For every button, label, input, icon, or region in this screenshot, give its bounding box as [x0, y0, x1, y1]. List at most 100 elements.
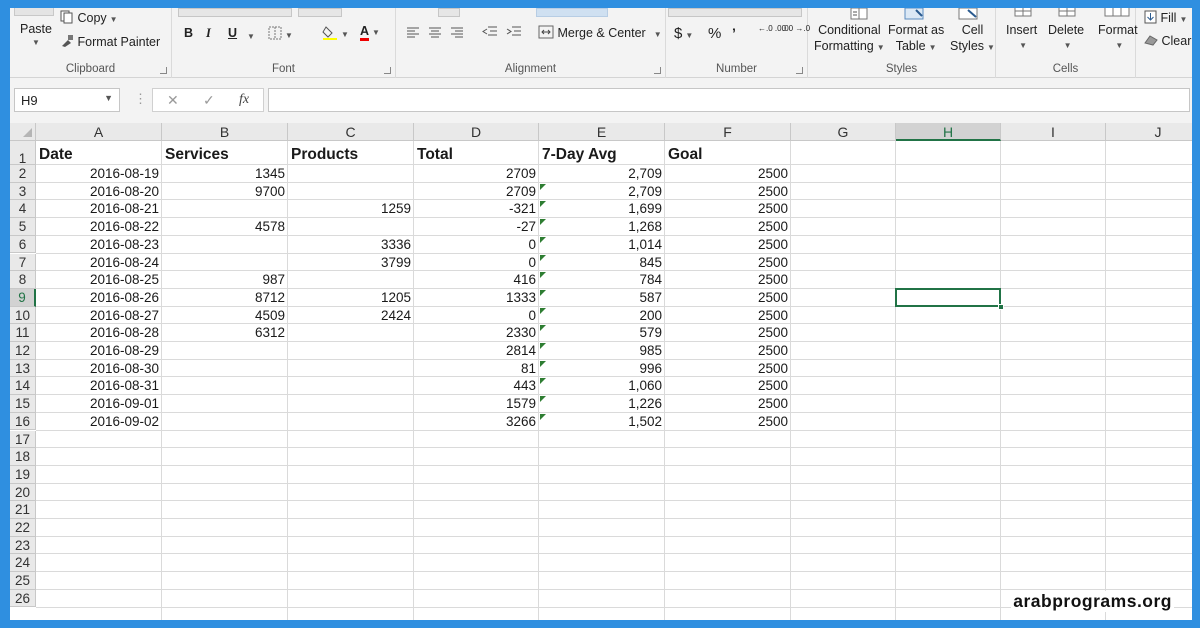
data-cell-services[interactable]: 987: [162, 271, 288, 289]
data-cell-avg[interactable]: 845: [539, 254, 665, 272]
row-header-7[interactable]: 7: [10, 253, 36, 272]
header-cell-c[interactable]: Products: [288, 146, 414, 164]
increase-decimal-button[interactable]: ←.0 .00: [758, 24, 786, 33]
selected-cell[interactable]: [895, 287, 1001, 307]
row-header-9[interactable]: 9: [10, 288, 36, 307]
data-cell-goal[interactable]: 2500: [665, 324, 791, 342]
row-header-11[interactable]: 11: [10, 324, 36, 342]
cancel-icon[interactable]: ✕: [167, 92, 179, 109]
data-cell-avg[interactable]: 200: [539, 307, 665, 325]
row-header-24[interactable]: 24: [10, 554, 36, 573]
data-cell-date[interactable]: 2016-08-24: [36, 254, 162, 272]
row-header-6[interactable]: 6: [10, 235, 36, 254]
row-header-2[interactable]: 2: [10, 165, 36, 183]
data-cell-goal[interactable]: 2500: [665, 360, 791, 378]
row-header-21[interactable]: 21: [10, 501, 36, 519]
data-cell-date[interactable]: 2016-09-02: [36, 413, 162, 431]
data-cell-avg[interactable]: 1,699: [539, 200, 665, 218]
data-cell-services[interactable]: 6312: [162, 324, 288, 342]
decrease-decimal-button[interactable]: .00 →.0: [782, 24, 810, 33]
data-cell-total[interactable]: 1333: [414, 289, 539, 307]
paste-button[interactable]: Paste ▼: [20, 22, 52, 47]
data-cell-goal[interactable]: 2500: [665, 236, 791, 254]
data-cell-total[interactable]: 81: [414, 360, 539, 378]
row-header-4[interactable]: 4: [10, 200, 36, 219]
data-cell-avg[interactable]: 996: [539, 360, 665, 378]
column-header-b[interactable]: B: [162, 123, 288, 141]
data-cell-date[interactable]: 2016-08-22: [36, 218, 162, 236]
number-format-box[interactable]: [668, 8, 802, 17]
data-cell-avg[interactable]: 1,060: [539, 377, 665, 395]
worksheet-grid[interactable]: A B C D E F G H I J 1 2 3 4 5 6 7 8 9 10 11 12 13 14 15 16 17 18 19 2…: [10, 123, 1192, 620]
row-header-13[interactable]: 13: [10, 359, 36, 378]
data-cell-total[interactable]: 2814: [414, 342, 539, 360]
row-header-20[interactable]: 20: [10, 483, 36, 502]
underline-button[interactable]: U: [228, 26, 237, 40]
insert-button[interactable]: Insert ▼: [1006, 22, 1037, 54]
data-cell-services[interactable]: 4509: [162, 307, 288, 325]
row-header-19[interactable]: 19: [10, 465, 36, 484]
row-header-17[interactable]: 17: [10, 430, 36, 449]
data-cell-total[interactable]: 416: [414, 271, 539, 289]
data-cell-goal[interactable]: 2500: [665, 342, 791, 360]
merge-center-button[interactable]: Merge & Center ▼: [538, 25, 662, 42]
data-cell-products[interactable]: 1259: [288, 200, 414, 218]
data-cell-date[interactable]: 2016-08-19: [36, 165, 162, 183]
row-header-16[interactable]: 16: [10, 412, 36, 431]
format-as-table-button[interactable]: Format as Table ▼: [888, 22, 944, 56]
data-cell-avg[interactable]: 1,226: [539, 395, 665, 413]
data-cell-date[interactable]: 2016-08-31: [36, 377, 162, 395]
fill-handle[interactable]: [998, 303, 1004, 310]
underline-dropdown-icon[interactable]: ▼: [244, 28, 255, 42]
formula-input[interactable]: [268, 88, 1190, 112]
data-cell-date[interactable]: 2016-08-29: [36, 342, 162, 360]
data-cell-total[interactable]: 1579: [414, 395, 539, 413]
align-right-icon[interactable]: [450, 26, 464, 41]
row-header-18[interactable]: 18: [10, 448, 36, 466]
header-cell-a[interactable]: Date: [36, 146, 162, 164]
column-header-c[interactable]: C: [288, 123, 414, 141]
data-cell-date[interactable]: 2016-08-20: [36, 183, 162, 201]
borders-button[interactable]: ▼: [268, 26, 293, 43]
data-cell-date[interactable]: 2016-08-21: [36, 200, 162, 218]
data-cell-date[interactable]: 2016-08-28: [36, 324, 162, 342]
data-cell-avg[interactable]: 2,709: [539, 165, 665, 183]
data-cell-products[interactable]: 2424: [288, 307, 414, 325]
percent-button[interactable]: %: [708, 25, 721, 42]
data-cell-total[interactable]: 2330: [414, 324, 539, 342]
row-header-15[interactable]: 15: [10, 395, 36, 413]
header-cell-d[interactable]: Total: [414, 146, 539, 164]
column-header-d[interactable]: D: [414, 123, 539, 141]
cell-styles-button[interactable]: Cell Styles ▼: [950, 22, 995, 56]
align-left-icon[interactable]: [406, 26, 420, 41]
data-cell-goal[interactable]: 2500: [665, 289, 791, 307]
fill-button[interactable]: Fill ▼: [1144, 10, 1187, 27]
font-size-box[interactable]: [298, 8, 342, 17]
data-cell-goal[interactable]: 2500: [665, 200, 791, 218]
data-cell-date[interactable]: 2016-08-26: [36, 289, 162, 307]
data-cell-avg[interactable]: 784: [539, 271, 665, 289]
font-name-box[interactable]: [178, 8, 292, 17]
data-cell-services[interactable]: 9700: [162, 183, 288, 201]
bold-button[interactable]: B: [184, 26, 193, 40]
data-cell-date[interactable]: 2016-08-25: [36, 271, 162, 289]
alignment-launcher-icon[interactable]: [654, 67, 661, 74]
data-cell-goal[interactable]: 2500: [665, 307, 791, 325]
data-cell-date[interactable]: 2016-08-23: [36, 236, 162, 254]
copy-dropdown-icon[interactable]: ▼: [110, 15, 118, 24]
row-header-12[interactable]: 12: [10, 342, 36, 360]
data-cell-avg[interactable]: 579: [539, 324, 665, 342]
conditional-formatting-button[interactable]: Conditional Formatting ▼: [814, 22, 885, 56]
data-cell-date[interactable]: 2016-08-30: [36, 360, 162, 378]
format-painter-button[interactable]: Format Painter: [60, 34, 160, 51]
copy-button[interactable]: Copy ▼: [60, 10, 118, 27]
row-header-26[interactable]: 26: [10, 589, 36, 608]
font-launcher-icon[interactable]: [384, 67, 391, 74]
data-cell-avg[interactable]: 1,014: [539, 236, 665, 254]
data-cell-products[interactable]: 3336: [288, 236, 414, 254]
row-header-23[interactable]: 23: [10, 536, 36, 555]
name-box-dropdown-icon[interactable]: ▼: [104, 93, 113, 103]
column-header-j[interactable]: J: [1106, 123, 1192, 141]
column-header-i[interactable]: I: [1001, 123, 1106, 141]
data-cell-total[interactable]: 443: [414, 377, 539, 395]
